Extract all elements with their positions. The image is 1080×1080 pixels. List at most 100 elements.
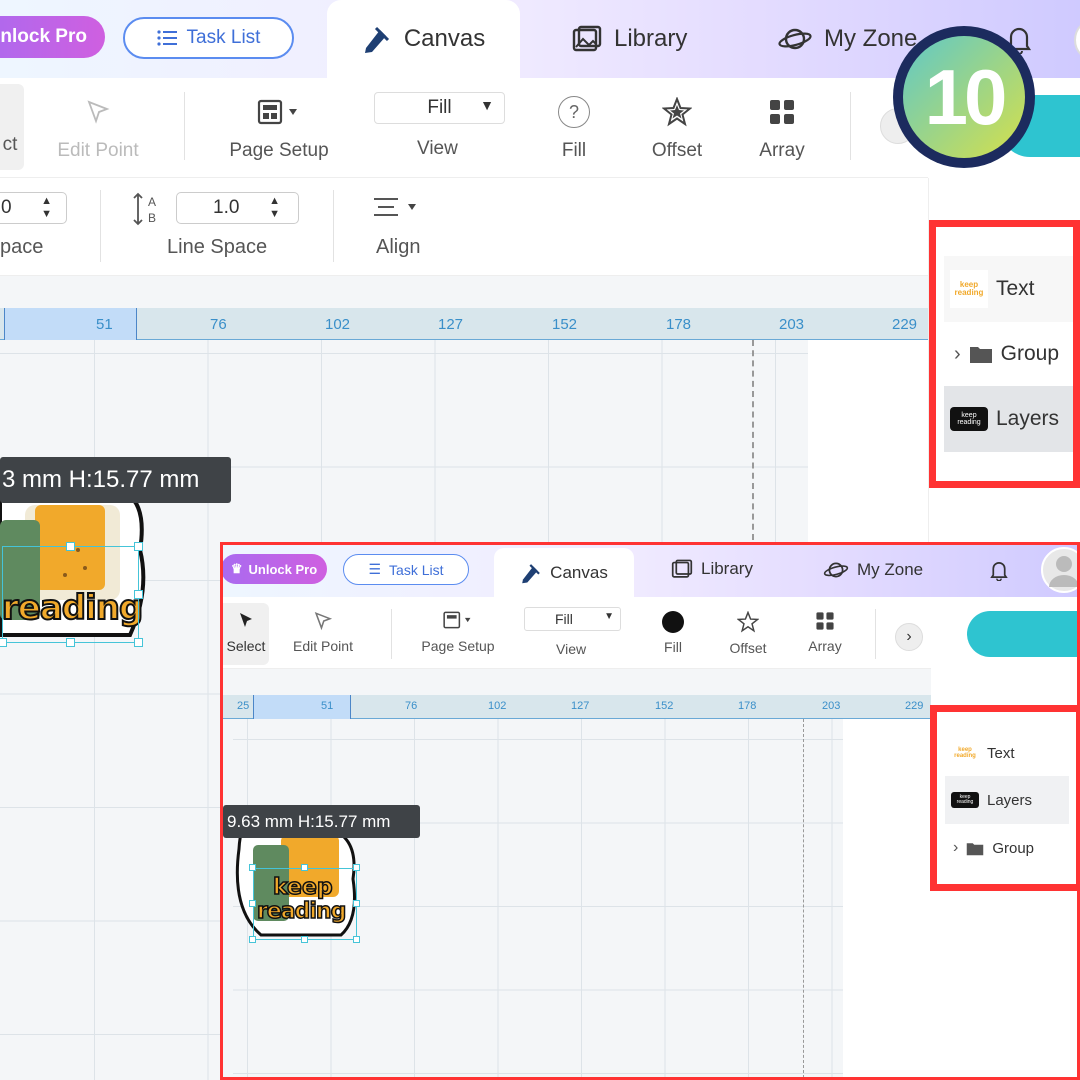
layer-item-group[interactable]: › Group: [944, 322, 1073, 386]
inset-task-list-button[interactable]: ☰ Task List: [343, 554, 469, 585]
ruler-tick: 102: [325, 316, 351, 333]
horizontal-ruler: 51 76 102 127 152 178 203 229: [0, 308, 928, 340]
align-label: Align: [376, 236, 421, 258]
arrow-pointer-icon: [240, 613, 252, 627]
bell-icon[interactable]: [989, 559, 1009, 581]
dropdown-caret-icon: ▼: [604, 611, 614, 622]
resize-handle[interactable]: [353, 900, 360, 907]
resize-handle[interactable]: [249, 864, 256, 871]
black-fill-swatch: [662, 611, 684, 633]
resize-handle[interactable]: [134, 590, 143, 599]
page-boundary-dashed-line: [752, 340, 754, 540]
image-gallery-icon: [671, 559, 693, 578]
grid-array-icon: [816, 612, 834, 630]
array-tool[interactable]: Array: [756, 78, 808, 178]
inset-fill-tool[interactable]: Fill: [653, 611, 693, 655]
view-label: View: [417, 138, 458, 159]
planet-icon: [823, 562, 849, 578]
inset-layer-item-layers[interactable]: keep reading Layers: [945, 776, 1069, 824]
ruler-selection-highlight: [4, 308, 137, 340]
inset-accent-button[interactable]: [967, 611, 1077, 657]
resize-handle[interactable]: [66, 542, 75, 551]
inset-array-tool[interactable]: Array: [805, 611, 845, 654]
fill-tool[interactable]: ? Fill: [548, 78, 600, 178]
planet-icon: [778, 28, 812, 50]
resize-handle[interactable]: [134, 638, 143, 647]
inset-screenshot: ♛ Unlock Pro ☰ Task List Canvas Library My…: [220, 542, 1080, 1080]
resize-handle[interactable]: [301, 864, 308, 871]
offset-tool[interactable]: Offset: [646, 78, 708, 178]
spacing-stepper[interactable]: 0 ▲ ▼: [0, 192, 67, 224]
ruler-tick: 152: [552, 316, 578, 333]
resize-handle[interactable]: [66, 638, 75, 647]
ruler-tick: 76: [210, 316, 227, 333]
image-gallery-icon: [572, 25, 602, 52]
main-toolbar: ct Edit Point Page Setup Fill ▼ View ? F…: [0, 78, 928, 178]
inset-selection-box: [253, 868, 357, 940]
inset-tab-library[interactable]: Library: [671, 559, 753, 579]
selection-box: [2, 546, 139, 643]
help-circle-icon: ?: [558, 96, 590, 128]
resize-handle[interactable]: [301, 936, 308, 943]
line-space-label: Line Space: [167, 236, 268, 258]
inset-layer-item-text[interactable]: keep reading Text: [945, 730, 1069, 776]
toolbar-divider: [100, 190, 101, 262]
ruler-tick: 51: [321, 700, 334, 712]
user-avatar-icon: [1049, 556, 1077, 587]
chevron-right-icon[interactable]: ›: [953, 839, 958, 857]
layer-thumbnail: keep reading: [951, 792, 979, 808]
line-space-stepper[interactable]: 1.0 ▲ ▼: [176, 192, 299, 224]
ruler-tick: 76: [405, 700, 418, 712]
resize-handle[interactable]: [353, 864, 360, 871]
canvas-pencil-icon: [522, 563, 541, 583]
inset-unlock-pro-button[interactable]: ♛ Unlock Pro: [223, 554, 327, 584]
chevron-right-icon[interactable]: ›: [895, 623, 923, 651]
layer-item-layers[interactable]: keep reading Layers: [944, 386, 1073, 452]
inset-offset-tool[interactable]: Offset: [725, 610, 771, 656]
tab-canvas[interactable]: Canvas: [327, 0, 520, 78]
unlock-pro-button[interactable]: Unlock Pro: [0, 16, 105, 58]
inset-layer-item-group[interactable]: › Group: [945, 824, 1069, 872]
inset-view-select[interactable]: Fill ▼: [524, 607, 621, 631]
resize-handle[interactable]: [0, 638, 7, 647]
layer-thumbnail: keep reading: [951, 739, 979, 767]
layer-item-text[interactable]: keep reading Text: [944, 256, 1073, 322]
resize-handle[interactable]: [249, 936, 256, 943]
task-list-button[interactable]: Task List: [123, 17, 294, 59]
tab-library[interactable]: Library: [572, 0, 687, 78]
ruler-tick: 51: [96, 316, 113, 333]
ruler-tick: 178: [738, 700, 757, 712]
inset-avatar[interactable]: [1041, 547, 1077, 593]
toolbar-divider: [184, 92, 185, 160]
align-dropdown[interactable]: [372, 194, 422, 224]
pointer-outline-icon: [87, 100, 110, 124]
inset-tab-canvas[interactable]: Canvas: [494, 548, 634, 597]
toolbar-divider: [333, 190, 334, 262]
text-toolbar: 0 ▲ ▼ pace AB 1.0 ▲ ▼ Line Space Align: [0, 178, 928, 276]
chevron-right-icon[interactable]: ›: [954, 343, 961, 366]
page-layout-icon: [257, 99, 297, 125]
ruler-tick: 127: [571, 700, 590, 712]
inset-edit-point-tool[interactable]: Edit Point: [289, 611, 357, 654]
ruler-selection-highlight: [253, 695, 351, 719]
pointer-outline-icon: [314, 611, 333, 631]
resize-handle[interactable]: [353, 936, 360, 943]
resize-handle[interactable]: [249, 900, 256, 907]
resize-handle[interactable]: [134, 542, 143, 551]
page-layout-icon: [443, 611, 471, 629]
crown-icon: ♛: [230, 561, 243, 576]
page-setup-tool[interactable]: Page Setup: [220, 78, 338, 178]
inset-select-tool[interactable]: Select: [223, 603, 269, 665]
inset-tab-my-zone[interactable]: My Zone: [823, 559, 923, 581]
tab-my-zone[interactable]: My Zone: [778, 0, 917, 78]
edit-point-tool[interactable]: Edit Point: [48, 78, 148, 178]
canvas-pencil-icon: [364, 26, 389, 53]
ruler-tick: 178: [666, 316, 692, 333]
stepper-arrows-icon: ▲ ▼: [269, 195, 280, 220]
view-select[interactable]: Fill ▼: [374, 92, 505, 124]
dimension-tooltip: 3 mm H:15.77 mm: [0, 457, 231, 503]
toolbar-divider: [850, 92, 851, 160]
inset-page-setup-tool[interactable]: Page Setup: [413, 611, 503, 654]
line-space-icon: AB: [133, 192, 156, 226]
avatar[interactable]: [1074, 18, 1080, 62]
